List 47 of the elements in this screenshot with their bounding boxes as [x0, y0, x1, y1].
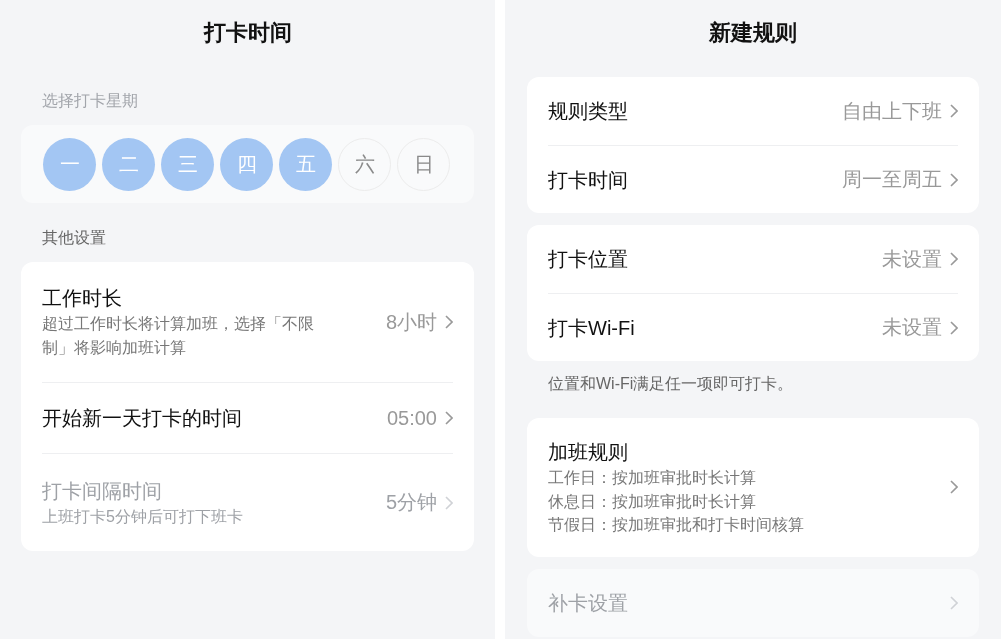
chevron-icon — [950, 320, 958, 335]
row-value: 05:00 — [386, 406, 437, 430]
row-value: 5分钟 — [385, 490, 437, 515]
section-label: 选择打卡星期 — [41, 91, 138, 111]
row-description: 工作日：按加班审批时长计算 — [548, 468, 756, 488]
row-description: 节假日：按加班审批和打卡时间核算 — [548, 515, 804, 535]
row-value: 未设置 — [882, 246, 942, 272]
row-title: 打卡时间 — [548, 167, 628, 193]
row-description: 超过工作时长将计算加班，选择「不限制」将影响加班计算 — [42, 314, 315, 358]
row-description: 上班打卡5分钟后可打下班卡 — [42, 506, 243, 527]
row-title: 加班规则 — [548, 440, 628, 465]
row-description: 休息日：按加班审批时长计算 — [548, 491, 756, 512]
row-title: 补卡设置 — [548, 590, 628, 616]
settings-row[interactable]: 打卡位置 未设置 — [548, 225, 958, 293]
chevron-icon — [445, 495, 453, 510]
settings-row[interactable]: 加班规则 工作日：按加班审批时长计算 休息日：按加班审批时长计算 节假日：按加班审批和打卡时间核算 — [548, 418, 958, 557]
row-title: 打卡间隔时间 — [42, 478, 162, 504]
weekday-toggle[interactable]: 四 — [220, 137, 273, 191]
weekday-toggle[interactable]: 一 — [43, 137, 96, 191]
chevron-icon — [950, 480, 958, 495]
row-title: 开始新一天打卡的时间 — [42, 406, 242, 431]
chevron-icon — [950, 104, 958, 118]
weekday-toggle[interactable]: 三 — [161, 137, 214, 191]
page-title: 新建规则 — [709, 19, 797, 47]
settings-row[interactable]: 规则类型 自由上下班 — [548, 77, 958, 145]
row-title: 规则类型 — [548, 99, 628, 124]
settings-row[interactable]: 打卡时间 周一至周五 — [548, 145, 958, 213]
settings-row[interactable]: 开始新一天打卡的时间 05:00 — [42, 382, 453, 453]
chevron-icon — [445, 315, 453, 329]
hint-text: 位置和Wi-Fi满足任一项即可打卡。 — [548, 374, 794, 394]
row-title: 打卡Wi-Fi — [548, 315, 635, 341]
row-value: 自由上下班 — [842, 98, 942, 124]
settings-row[interactable]: 打卡Wi-Fi 未设置 — [548, 293, 958, 361]
chevron-icon — [950, 252, 958, 266]
row-title: 工作时长 — [42, 286, 122, 311]
row-title: 打卡位置 — [548, 247, 628, 272]
weekday-toggle[interactable]: 五 — [279, 137, 332, 191]
settings-row[interactable]: 工作时长 超过工作时长将计算加班，选择「不限制」将影响加班计算 8小时 — [42, 262, 453, 382]
chevron-icon — [950, 172, 958, 187]
chevron-icon — [950, 595, 958, 610]
row-value: 周一至周五 — [842, 167, 942, 192]
chevron-icon — [445, 411, 453, 425]
section-label: 其他设置 — [41, 228, 106, 248]
page-title: 打卡时间 — [203, 19, 292, 47]
row-value: 8小时 — [385, 309, 437, 335]
row-value: 未设置 — [882, 315, 942, 340]
weekday-toggle[interactable]: 二 — [102, 137, 155, 191]
